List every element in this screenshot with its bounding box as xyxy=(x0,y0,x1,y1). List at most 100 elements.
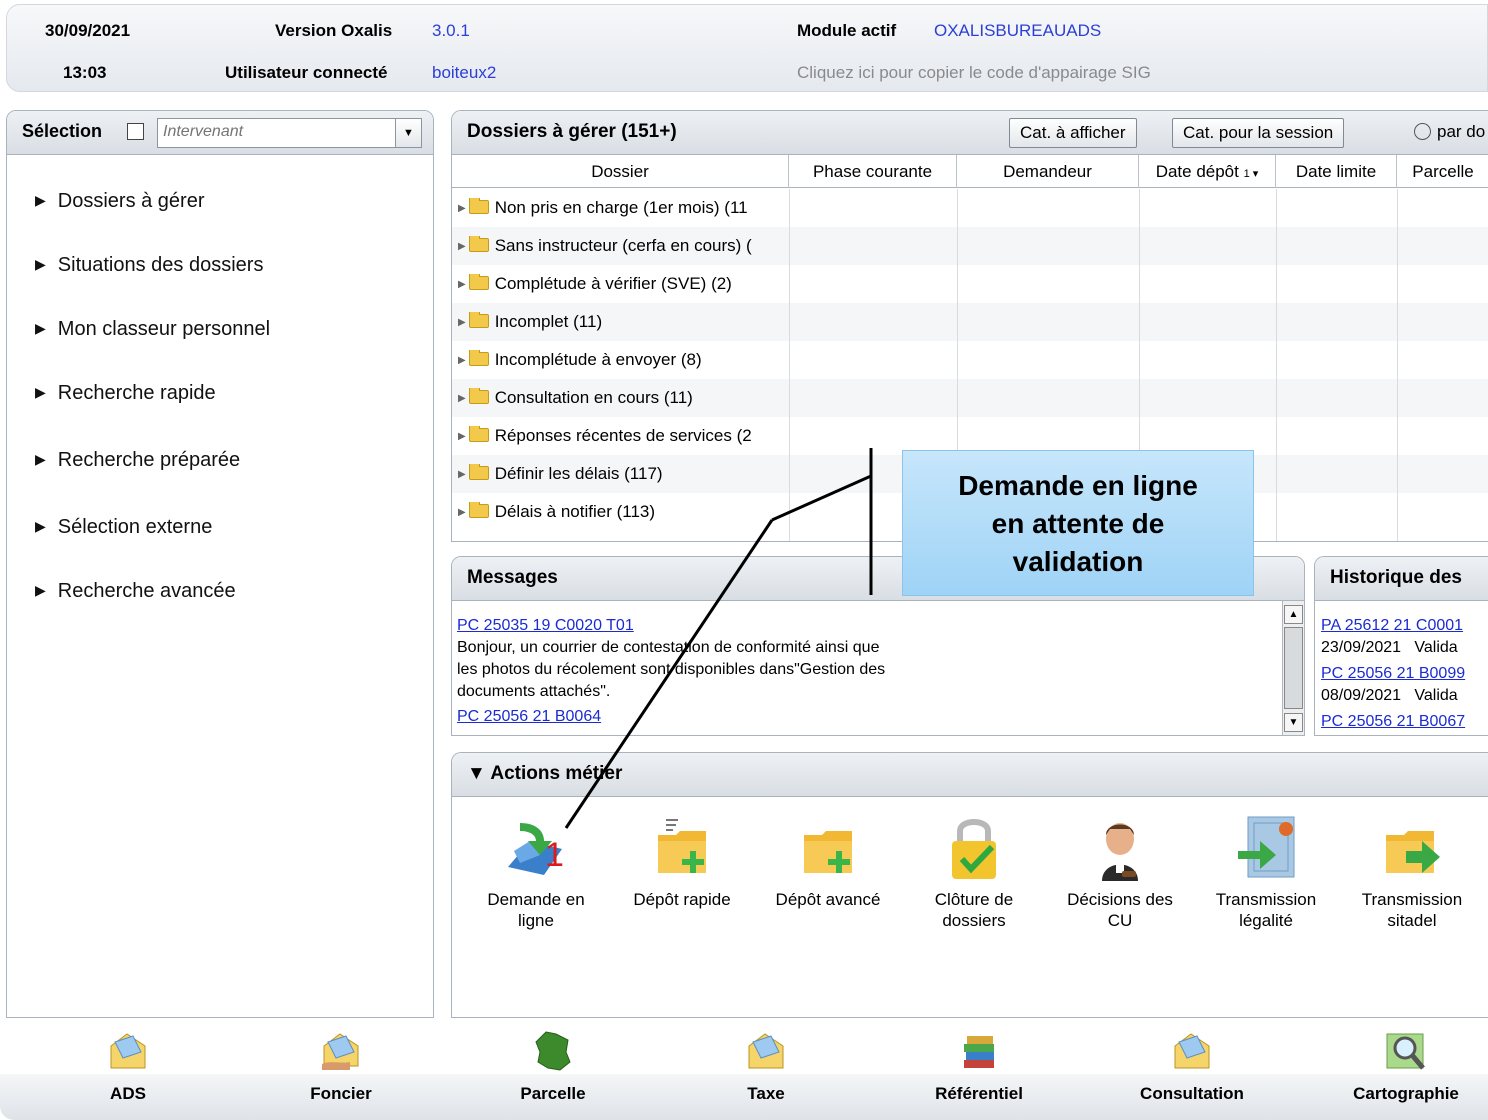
action-depot-avance[interactable]: Dépôt avancé xyxy=(758,811,898,910)
historique-title: Historique des xyxy=(1330,567,1462,588)
advanced-deposit-icon xyxy=(792,811,864,883)
header-date: 30/09/2021 xyxy=(45,21,131,40)
action-transmission-legalite[interactable]: Transmission légalité xyxy=(1196,811,1336,931)
table-row[interactable]: ▶ Incomplétude à envoyer (8) xyxy=(452,341,1488,379)
nav-cartographie[interactable]: Cartographie xyxy=(1336,1030,1476,1104)
scroll-up-icon[interactable]: ▲ xyxy=(1284,605,1303,624)
envelope-folder-icon xyxy=(1171,1030,1213,1072)
history-dossier-link[interactable]: PC 25056 21 B0099 xyxy=(1321,663,1488,685)
action-transmission-sitadel[interactable]: Transmission sitadel xyxy=(1342,811,1482,931)
sig-copy-link[interactable]: Cliquez ici pour copier le code d'appair… xyxy=(797,63,1151,83)
col-phase[interactable]: Phase courante xyxy=(789,155,957,188)
quick-deposit-icon xyxy=(646,811,718,883)
action-cloture-dossiers[interactable]: Clôture de dossiers xyxy=(904,811,1044,931)
nav-foncier[interactable]: Foncier xyxy=(271,1030,411,1104)
message-dossier-link[interactable]: PC 25056 21 B0064 xyxy=(457,706,1277,728)
table-row[interactable]: ▶ Non pris en charge (1er mois) (11 xyxy=(452,189,1488,227)
expand-triangle-icon: ▶ xyxy=(35,451,46,467)
nav-dossiers-a-gerer[interactable]: ▶ Dossiers à gérer xyxy=(35,190,205,213)
message-text: les photos du récolement sont disponible… xyxy=(457,661,886,678)
nav-ads[interactable]: ADS xyxy=(58,1030,198,1104)
folder-icon xyxy=(468,198,489,214)
france-map-icon xyxy=(532,1030,574,1072)
nav-parcelle[interactable]: Parcelle xyxy=(483,1030,623,1104)
judge-icon xyxy=(1084,811,1156,883)
cat-afficher-button[interactable]: Cat. à afficher xyxy=(1009,118,1137,148)
message-text: documents attachés". xyxy=(457,683,611,700)
expand-triangle-icon[interactable]: ▶ xyxy=(458,279,466,290)
expand-triangle-icon[interactable]: ▶ xyxy=(458,355,466,366)
expand-triangle-icon[interactable]: ▶ xyxy=(458,241,466,252)
table-row[interactable]: ▶ Incomplet (11) xyxy=(452,303,1488,341)
scroll-thumb[interactable] xyxy=(1284,627,1303,709)
col-date-depot[interactable]: Date dépôt 1 ▾ xyxy=(1139,155,1276,188)
books-stack-icon xyxy=(958,1030,1000,1072)
expand-triangle-icon[interactable]: ▶ xyxy=(458,317,466,328)
expand-triangle-icon[interactable]: ▶ xyxy=(458,203,466,214)
folder-icon xyxy=(468,236,489,252)
expand-triangle-icon[interactable]: ▶ xyxy=(458,507,466,518)
message-text: Bonjour, un courrier de contestation de … xyxy=(457,639,880,656)
nav-recherche-avancee[interactable]: ▶ Recherche avancée xyxy=(35,580,236,603)
hand-folder-icon xyxy=(320,1030,362,1072)
expand-triangle-icon[interactable]: ▶ xyxy=(458,431,466,442)
nav-selection-externe[interactable]: ▶ Sélection externe xyxy=(35,516,212,539)
messages-scrollbar[interactable]: ▲ ▼ xyxy=(1282,601,1304,735)
table-row[interactable]: ▶ Consultation en cours (11) xyxy=(452,379,1488,417)
nav-recherche-rapide[interactable]: ▶ Recherche rapide xyxy=(35,382,216,405)
par-radio-option[interactable]: par do xyxy=(1414,122,1485,142)
nav-recherche-preparee[interactable]: ▶ Recherche préparée xyxy=(35,449,240,472)
selection-bar: Sélection ▼ xyxy=(7,111,433,155)
nav-consultation[interactable]: Consultation xyxy=(1122,1030,1262,1104)
col-demandeur[interactable]: Demandeur xyxy=(957,155,1139,188)
historique-panel: Historique des PA 25612 21 C0001 23/09/2… xyxy=(1314,556,1488,736)
callout-annotation: Demande en ligne en attente de validatio… xyxy=(902,450,1254,596)
expand-triangle-icon: ▶ xyxy=(35,192,46,208)
table-row[interactable]: ▶ Sans instructeur (cerfa en cours) ( xyxy=(452,227,1488,265)
intervenant-input[interactable] xyxy=(158,119,388,145)
history-line: 08/09/2021 Valida xyxy=(1321,687,1458,704)
table-row[interactable]: ▶ Complétude à vérifier (SVE) (2) xyxy=(452,265,1488,303)
module-value: OXALISBUREAUADS xyxy=(934,21,1102,40)
action-decisions-cu[interactable]: Décisions des CU xyxy=(1050,811,1190,931)
intervenant-combo[interactable]: ▼ xyxy=(157,118,422,148)
chevron-down-icon[interactable]: ▼ xyxy=(395,119,421,147)
actions-title: ▼ Actions métier xyxy=(467,763,623,784)
expand-triangle-icon: ▶ xyxy=(35,320,46,336)
column-divider xyxy=(789,189,790,541)
col-parcelle[interactable]: Parcelle xyxy=(1397,155,1488,188)
column-divider xyxy=(1276,189,1277,541)
nav-classeur-personnel[interactable]: ▶ Mon classeur personnel xyxy=(35,318,270,341)
action-depot-rapide[interactable]: Dépôt rapide xyxy=(612,811,752,910)
folder-icon xyxy=(468,274,489,290)
history-dossier-link[interactable]: PA 25612 21 C0001 xyxy=(1321,615,1488,637)
action-demande-en-ligne[interactable]: Demande en ligne xyxy=(466,811,606,931)
messages-title: Messages xyxy=(467,567,558,588)
expand-triangle-icon: ▶ xyxy=(35,384,46,400)
header-time: 13:03 xyxy=(63,63,107,82)
nav-taxe[interactable]: Taxe xyxy=(696,1030,836,1104)
historique-header: Historique des xyxy=(1315,557,1488,601)
magnifier-map-icon xyxy=(1385,1030,1427,1072)
envelope-folder-icon xyxy=(745,1030,787,1072)
history-dossier-link[interactable]: PC 25056 21 B0067 xyxy=(1321,711,1488,733)
folder-icon xyxy=(468,388,489,404)
folder-icon xyxy=(468,502,489,518)
expand-triangle-icon[interactable]: ▶ xyxy=(458,469,466,480)
nav-referentiel[interactable]: Référentiel xyxy=(909,1030,1049,1104)
nav-situations-dossiers[interactable]: ▶ Situations des dossiers xyxy=(35,254,263,277)
col-date-limite[interactable]: Date limite xyxy=(1276,155,1397,188)
selection-checkbox[interactable] xyxy=(127,123,144,140)
col-dossier[interactable]: Dossier xyxy=(452,155,789,188)
message-dossier-link[interactable]: PC 25035 19 C0020 T01 xyxy=(457,615,1277,637)
history-line: 23/09/2021 Valida xyxy=(1321,639,1458,656)
expand-triangle-icon[interactable]: ▶ xyxy=(458,393,466,404)
module-label: Module actif xyxy=(797,21,897,40)
table-header: Dossier Phase courante Demandeur Date dé… xyxy=(452,155,1488,188)
folder-icon xyxy=(468,426,489,442)
radio-icon[interactable] xyxy=(1414,123,1431,140)
cat-session-button[interactable]: Cat. pour la session xyxy=(1172,118,1345,148)
actions-header[interactable]: ▼ Actions métier xyxy=(452,753,1488,797)
scroll-down-icon[interactable]: ▼ xyxy=(1284,713,1303,732)
annotation-badge: 1 xyxy=(545,836,564,874)
